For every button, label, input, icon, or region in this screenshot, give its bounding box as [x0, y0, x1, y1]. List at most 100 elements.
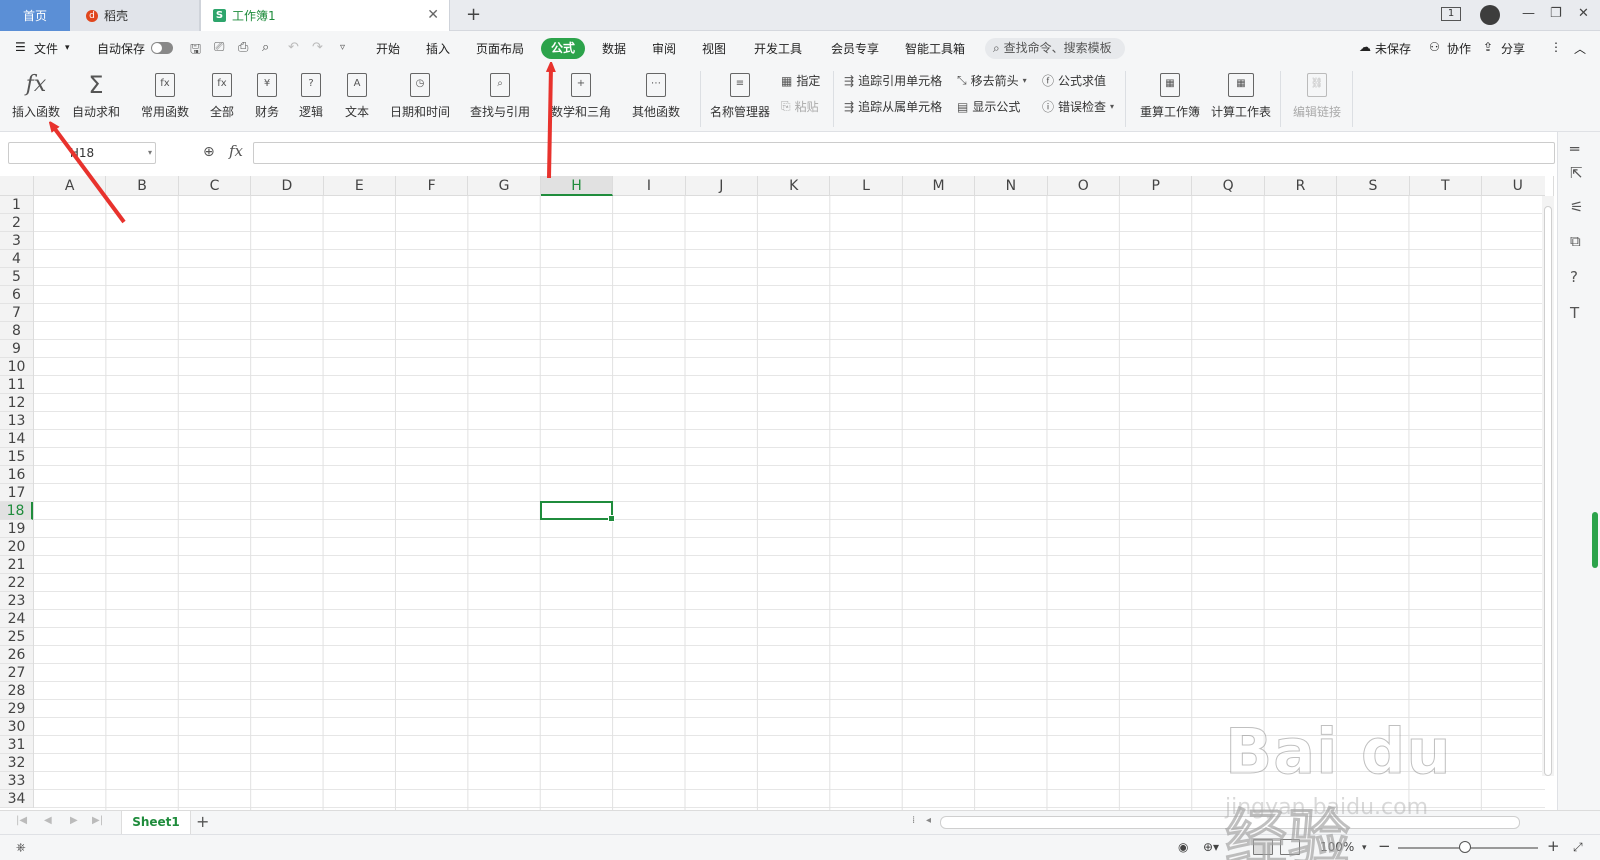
restore-icon[interactable]: ❐ [1550, 6, 1562, 21]
new-tab-icon[interactable]: + [466, 4, 481, 25]
row-header[interactable]: 18 [0, 502, 33, 520]
sheet-tab[interactable]: Sheet1 [121, 811, 191, 834]
zoom-search-icon[interactable]: ⊕ [203, 144, 215, 160]
row-header[interactable]: 26 [0, 646, 33, 664]
row-header[interactable]: 21 [0, 556, 33, 574]
filter-settings-icon[interactable]: ⚟ [1570, 198, 1583, 216]
scroll-split-icon[interactable]: ⁞ [912, 815, 915, 826]
row-header[interactable]: 5 [0, 268, 33, 286]
math-button[interactable]: + 数学和三角 [551, 67, 611, 120]
row-header[interactable]: 29 [0, 700, 33, 718]
menu-file[interactable]: 文件 [34, 40, 58, 57]
column-header[interactable]: S [1337, 176, 1410, 196]
row-header[interactable]: 3 [0, 232, 33, 250]
error-check-button[interactable]: ⓘ 错误检查 ▾ [1042, 98, 1114, 115]
unsaved-status[interactable]: 未保存 [1375, 40, 1411, 57]
active-cell[interactable] [539, 501, 616, 522]
menu-review[interactable]: 审阅 [652, 40, 676, 57]
hamburger-icon[interactable]: ☰ [15, 40, 26, 54]
column-header[interactable]: A [34, 176, 107, 196]
datetime-button[interactable]: ◷ 日期和时间 [390, 67, 450, 120]
paste-name-button[interactable]: ⎘ 粘贴 [781, 98, 819, 115]
close-tab-icon[interactable]: ✕ [427, 7, 439, 23]
common-functions-button[interactable]: fx 常用函数 [141, 67, 189, 120]
column-header[interactable]: R [1265, 176, 1338, 196]
calc-sheet-button[interactable]: ▦ 计算工作表 [1211, 67, 1271, 120]
column-header[interactable]: O [1048, 176, 1120, 196]
row-header[interactable]: 1 [0, 196, 33, 214]
column-header[interactable]: E [324, 176, 396, 196]
chevron-down-icon[interactable]: ▾ [1362, 843, 1367, 853]
vertical-scroll-thumb[interactable] [1544, 206, 1552, 776]
share-button[interactable]: 分享 [1501, 40, 1525, 57]
customize-chevron-icon[interactable]: ▿ [340, 42, 345, 53]
logic-button[interactable]: ? 逻辑 [299, 67, 323, 120]
column-header[interactable]: P [1120, 176, 1193, 196]
row-header[interactable]: 7 [0, 304, 33, 322]
row-header[interactable]: 30 [0, 718, 33, 736]
cell-area[interactable] [34, 196, 1545, 810]
menu-smart-toolbox[interactable]: 智能工具箱 [905, 40, 965, 57]
row-header[interactable]: 4 [0, 250, 33, 268]
first-sheet-icon[interactable]: |◀ [16, 815, 27, 826]
formula-input[interactable] [253, 142, 1555, 164]
column-header[interactable]: F [396, 176, 469, 196]
row-header[interactable]: 13 [0, 412, 33, 430]
avatar[interactable] [1480, 5, 1500, 25]
format-painter-icon[interactable]: ⎚ [214, 40, 224, 55]
column-header[interactable]: B [106, 176, 179, 196]
help-icon[interactable]: ? [1570, 268, 1578, 286]
menu-home[interactable]: 开始 [376, 40, 400, 57]
command-search[interactable]: ⌕ 查找命令、搜索模板 [985, 38, 1125, 59]
trace-dependents-button[interactable]: ⇶ 追踪从属单元格 [844, 98, 942, 115]
add-sheet-icon[interactable]: + [196, 812, 209, 831]
row-header[interactable]: 23 [0, 592, 33, 610]
row-header[interactable]: 17 [0, 484, 33, 502]
autosave-toggle[interactable] [151, 42, 173, 54]
column-header[interactable]: I [613, 176, 686, 196]
row-header[interactable]: 25 [0, 628, 33, 646]
finance-button[interactable]: ¥ 财务 [255, 67, 279, 120]
row-header[interactable]: 28 [0, 682, 33, 700]
menu-data[interactable]: 数据 [602, 40, 626, 57]
fullscreen-icon[interactable]: ⤢ [1573, 840, 1583, 855]
macro-record-icon[interactable]: ⎈ [16, 840, 26, 855]
row-header[interactable]: 33 [0, 772, 33, 790]
layout-center-icon[interactable]: ⊕▾ [1203, 840, 1219, 854]
collapse-ribbon-icon[interactable]: ︿ [1574, 40, 1586, 57]
row-header[interactable]: 8 [0, 322, 33, 340]
row-header[interactable]: 20 [0, 538, 33, 556]
undo-icon[interactable]: ↶ [288, 40, 299, 55]
menu-view[interactable]: 视图 [702, 40, 726, 57]
column-header[interactable]: Q [1192, 176, 1265, 196]
menu-page-layout[interactable]: 页面布局 [476, 40, 524, 57]
row-header[interactable]: 12 [0, 394, 33, 412]
menu-formula[interactable]: 公式 [541, 38, 585, 59]
menu-developer[interactable]: 开发工具 [754, 40, 802, 57]
column-header[interactable]: U [1482, 176, 1555, 196]
next-sheet-icon[interactable]: ▶ [70, 815, 78, 826]
column-header[interactable]: J [686, 176, 758, 196]
row-header[interactable]: 6 [0, 286, 33, 304]
print-icon[interactable]: ⎙ [238, 40, 248, 55]
normal-view-button[interactable] [1253, 839, 1273, 855]
zoom-out-icon[interactable]: − [1378, 837, 1391, 855]
row-header[interactable]: 14 [0, 430, 33, 448]
page-view-button[interactable] [1280, 839, 1300, 855]
recalc-workbook-button[interactable]: ▦ 重算工作簿 [1140, 67, 1200, 120]
minimize-icon[interactable]: — [1522, 6, 1535, 21]
redo-icon[interactable]: ↷ [312, 40, 323, 55]
last-sheet-icon[interactable]: ▶| [92, 815, 103, 826]
column-header[interactable]: M [903, 176, 976, 196]
chevron-down-icon[interactable]: ▾ [65, 43, 70, 53]
row-header[interactable]: 34 [0, 790, 33, 808]
lookup-button[interactable]: ⌕ 查找与引用 [470, 67, 530, 120]
specify-button[interactable]: ▦ 指定 [781, 72, 820, 89]
text-button[interactable]: A 文本 [345, 67, 369, 120]
column-header[interactable]: K [758, 176, 831, 196]
column-header[interactable]: N [975, 176, 1048, 196]
row-header[interactable]: 11 [0, 376, 33, 394]
name-manager-button[interactable]: ≡ 名称管理器 [710, 67, 770, 120]
column-header[interactable]: G [468, 176, 541, 196]
row-header[interactable]: 24 [0, 610, 33, 628]
